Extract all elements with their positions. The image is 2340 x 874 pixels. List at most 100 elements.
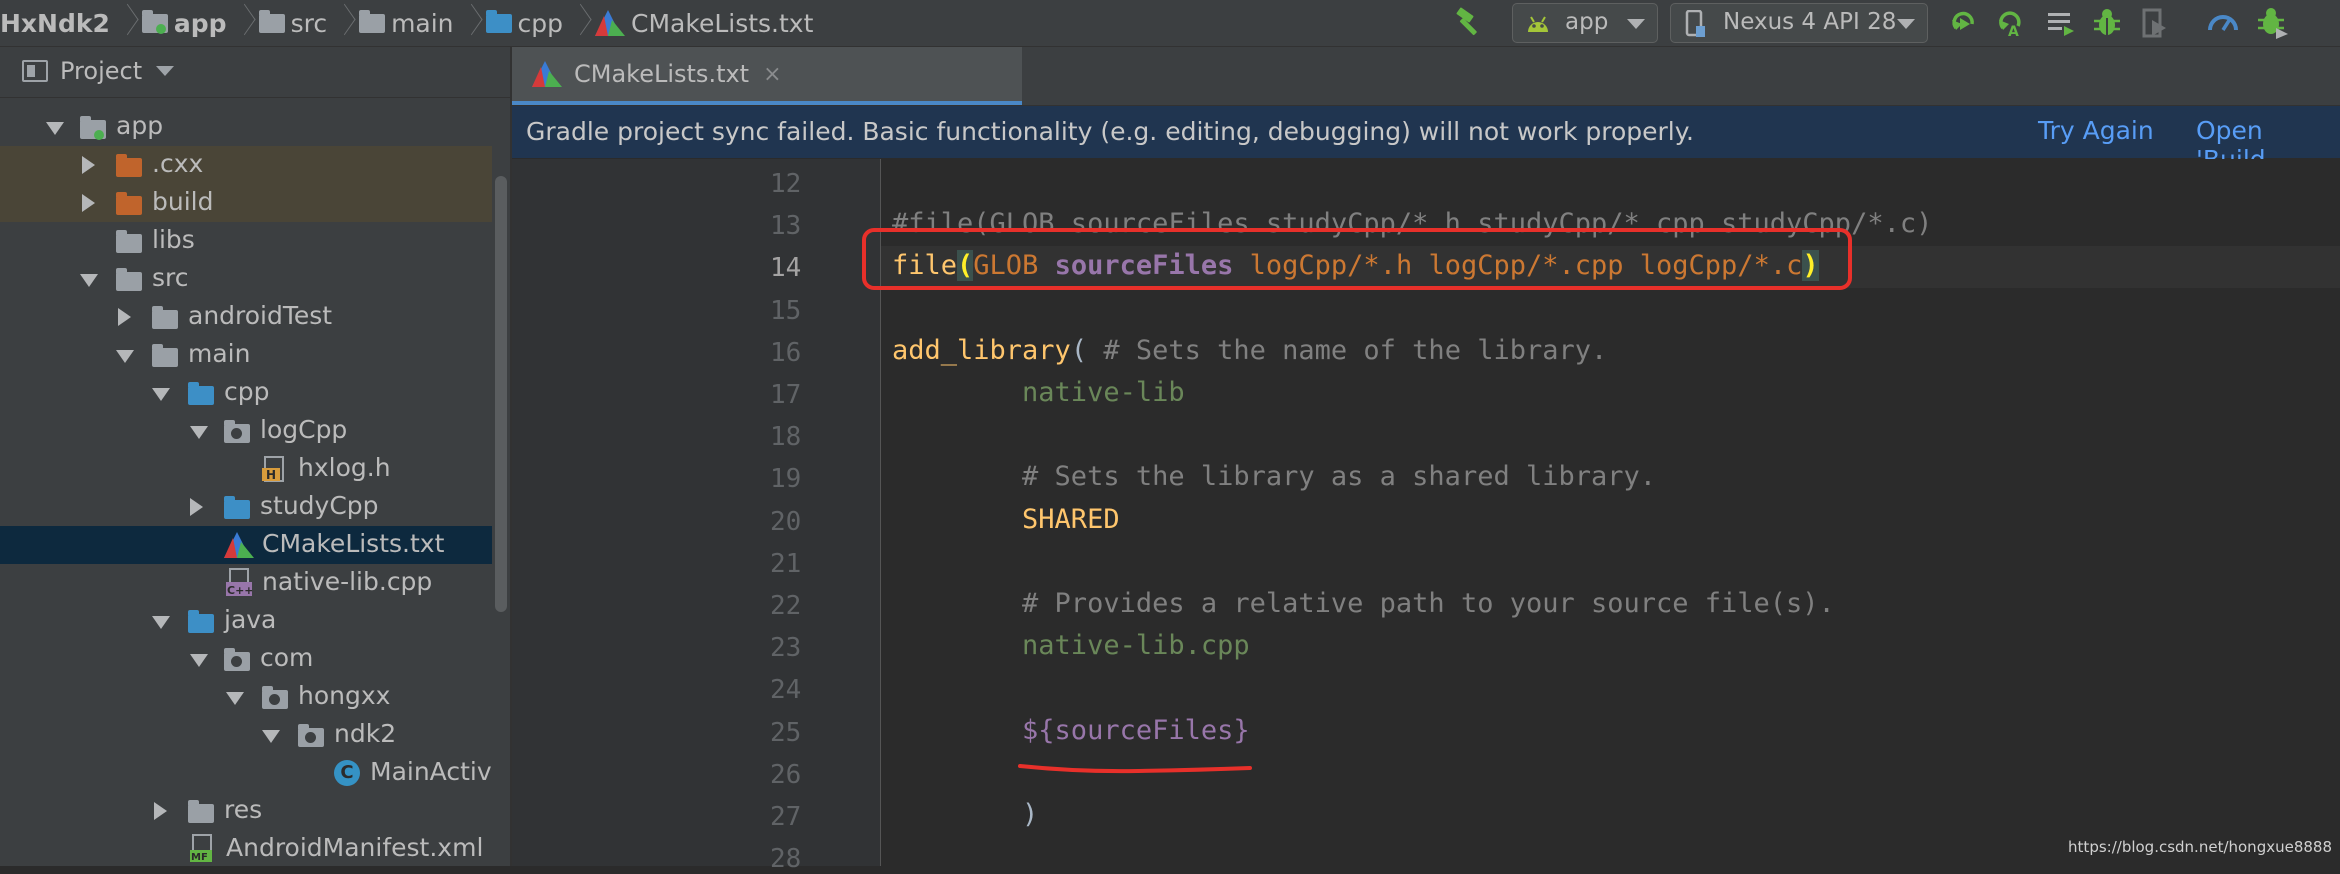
project-tree-scrollbar[interactable]: [492, 98, 510, 866]
expand-arrow-icon[interactable]: [46, 122, 64, 135]
tree-item-label: CMakeLists.txt: [262, 529, 445, 558]
cmake-icon: [224, 532, 254, 558]
folder-icon: [152, 344, 178, 367]
source-folder-icon: [224, 496, 250, 519]
tree-item-libs[interactable]: libs: [0, 222, 492, 260]
tree-item-main[interactable]: main: [0, 336, 492, 374]
project-view-selector[interactable]: Project: [22, 57, 175, 85]
breadcrumb-label: cpp: [517, 8, 564, 38]
debug-bug-icon[interactable]: [2090, 6, 2124, 40]
module-folder-icon: [80, 116, 106, 140]
folder-icon: [258, 9, 285, 33]
tree-item-label: com: [260, 643, 314, 672]
breadcrumb-separator-icon: [335, 0, 349, 46]
expand-arrow-icon[interactable]: [116, 350, 134, 363]
breadcrumb-item-file[interactable]: CMakeLists.txt: [595, 0, 813, 46]
tree-item-androidmanifest[interactable]: MF AndroidManifest.xml: [0, 830, 492, 866]
tree-item-label: androidTest: [188, 301, 333, 330]
code-token: SHARED: [892, 503, 1120, 535]
tree-item-studycpp[interactable]: studyCpp: [0, 488, 492, 526]
breadcrumb-separator-icon: [462, 0, 476, 46]
run-list-icon[interactable]: [2044, 6, 2078, 40]
tree-item-label: java: [224, 605, 277, 634]
source-folder-icon: [188, 610, 214, 633]
code-line: native-lib.cpp: [892, 630, 1250, 661]
package-folder-icon: [224, 648, 250, 671]
tree-item-hxlog-h[interactable]: H hxlog.h: [0, 450, 492, 488]
expand-arrow-icon[interactable]: [152, 388, 170, 401]
cpp-file-icon: C++: [226, 568, 252, 597]
make-project-hammer-icon[interactable]: [1452, 7, 1486, 37]
line-number: 14: [770, 253, 802, 284]
project-tree-view: app .cxx build libs src androidTest main…: [0, 98, 492, 866]
line-number: 22: [770, 591, 802, 621]
tree-item-native-lib-cpp[interactable]: C++ native-lib.cpp: [0, 564, 492, 602]
breadcrumb-separator-icon: [235, 0, 249, 46]
editor-tab-cmakelists[interactable]: CMakeLists.txt ×: [512, 47, 1022, 105]
tree-item-label: AndroidManifest.xml: [226, 833, 484, 862]
expand-arrow-icon[interactable]: [190, 426, 208, 439]
breadcrumb-item-main[interactable]: main: [359, 0, 454, 46]
tree-item-label: app: [116, 111, 164, 140]
tree-item-label: ndk2: [334, 719, 397, 748]
apply-code-changes-icon[interactable]: A: [1994, 6, 2028, 40]
watermark-text: https://blog.csdn.net/hongxue8888: [2068, 838, 2332, 856]
tree-item-java[interactable]: java: [0, 602, 492, 640]
code-token: native-lib: [892, 377, 1185, 408]
device-selector-dropdown[interactable]: Nexus 4 API 28: [1670, 3, 1928, 43]
tree-item-logcpp[interactable]: logCpp: [0, 412, 492, 450]
expand-arrow-icon[interactable]: [190, 498, 203, 516]
expand-arrow-icon[interactable]: [82, 194, 95, 212]
profiler-gauge-icon[interactable]: [2206, 6, 2240, 40]
tree-item-cxx[interactable]: .cxx: [0, 146, 492, 184]
run-configuration-label: app: [1565, 9, 1609, 35]
tree-item-ndk2[interactable]: ndk2: [0, 716, 492, 754]
tree-item-com[interactable]: com: [0, 640, 492, 678]
run-configuration-dropdown[interactable]: app: [1512, 3, 1658, 43]
try-again-link[interactable]: Try Again: [2038, 116, 2154, 145]
apply-changes-restart-icon[interactable]: [1946, 6, 1980, 40]
tree-item-cmakelists[interactable]: CMakeLists.txt: [0, 526, 492, 564]
cmake-icon: [595, 10, 626, 36]
navigation-bar: HxNdk2 app src main cpp CMakeLists.txt a…: [0, 0, 2340, 47]
close-icon[interactable]: ×: [763, 62, 781, 87]
attach-debugger-icon[interactable]: [2256, 6, 2290, 40]
expand-arrow-icon[interactable]: [82, 156, 95, 174]
breadcrumb-item-app[interactable]: app: [141, 0, 227, 46]
breadcrumb-separator-icon: [571, 0, 585, 46]
expand-arrow-icon[interactable]: [262, 730, 280, 743]
tree-item-src[interactable]: src: [0, 260, 492, 298]
tree-item-androidtest[interactable]: androidTest: [0, 298, 492, 336]
expand-arrow-icon[interactable]: [80, 274, 98, 287]
tree-item-label: MainActivity: [370, 757, 492, 786]
tree-item-hongxx[interactable]: hongxx: [0, 678, 492, 716]
expand-arrow-icon[interactable]: [190, 654, 208, 667]
code-token: add_library: [892, 334, 1071, 366]
code-token: (: [1070, 334, 1104, 366]
line-number: 13: [770, 211, 802, 242]
tree-item-label: cpp: [224, 377, 270, 406]
run-with-coverage-icon[interactable]: [2138, 6, 2172, 40]
tree-item-build[interactable]: build: [0, 184, 492, 222]
expand-arrow-icon[interactable]: [226, 692, 244, 705]
tree-item-app[interactable]: app: [0, 108, 492, 146]
breadcrumb-item-src[interactable]: src: [258, 0, 327, 46]
tree-item-label: studyCpp: [260, 491, 379, 520]
breadcrumb-item-project[interactable]: HxNdk2: [0, 0, 110, 46]
header-file-icon: H: [262, 456, 284, 482]
tree-item-cpp[interactable]: cpp: [0, 374, 492, 412]
expand-arrow-icon[interactable]: [154, 802, 167, 820]
code-line: add_library( # Sets the name of the libr…: [892, 335, 1607, 366]
tree-item-label: src: [152, 263, 189, 292]
source-folder-icon: [188, 382, 214, 405]
expand-arrow-icon[interactable]: [118, 308, 131, 326]
chevron-down-icon: [1627, 19, 1645, 29]
tree-item-mainactivity[interactable]: C MainActivity: [0, 754, 492, 792]
tree-item-res[interactable]: res: [0, 792, 492, 830]
scrollbar-thumb[interactable]: [495, 176, 507, 612]
breadcrumb-item-cpp[interactable]: cpp: [485, 0, 564, 46]
tab-label: CMakeLists.txt: [574, 60, 750, 88]
code-line: ): [892, 799, 1038, 830]
expand-arrow-icon[interactable]: [152, 616, 170, 629]
line-number: 21: [770, 548, 802, 579]
